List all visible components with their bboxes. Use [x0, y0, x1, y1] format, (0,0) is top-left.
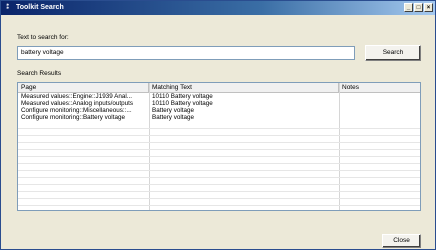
close-button-label: Close	[393, 237, 410, 244]
grid-line	[18, 198, 420, 199]
maximize-button[interactable]: □	[414, 3, 423, 12]
grid-line	[18, 142, 420, 143]
table-row[interactable]: Configure monitoring::Miscellaneous::...…	[18, 107, 420, 114]
cell-matching-text: 10110 Battery voltage	[152, 93, 213, 100]
minimize-button[interactable]: _	[404, 3, 413, 12]
results-table[interactable]: Page Matching Text Notes Measured values…	[17, 82, 421, 211]
search-button-label: Search	[382, 49, 404, 56]
grid-line	[18, 163, 420, 164]
cell-matching-text: 10110 Battery voltage	[152, 100, 213, 107]
column-header-matching-text[interactable]: Matching Text	[149, 83, 339, 92]
search-input[interactable]: battery voltage	[17, 46, 355, 60]
table-header: Page Matching Text Notes	[18, 83, 420, 93]
table-row[interactable]: Configure monitoring::Battery voltage Ba…	[18, 114, 420, 121]
cell-matching-text: Battery voltage	[152, 114, 195, 121]
title-bar[interactable]: ⁑ Toolkit Search _ □ ×	[1, 1, 435, 15]
cell-notes	[339, 114, 420, 121]
grid-line	[18, 156, 420, 157]
window-title: Toolkit Search	[16, 4, 64, 11]
grid-line	[18, 191, 420, 192]
close-button[interactable]: Close	[382, 234, 421, 248]
cell-matching-text: Battery voltage	[152, 107, 195, 114]
cell-notes	[339, 93, 420, 100]
cell-notes	[339, 107, 420, 114]
app-icon: ⁑	[6, 4, 10, 11]
search-results-label: Search Results	[17, 70, 62, 77]
grid-line	[18, 184, 420, 185]
grid-line	[18, 128, 420, 129]
cell-page: Configure monitoring::Battery voltage	[21, 114, 125, 121]
search-label: Text to search for:	[17, 34, 69, 41]
grid-line	[18, 205, 420, 206]
grid-line	[18, 170, 420, 171]
cell-page: Measured values::Engine::J1939 Anal...	[21, 93, 132, 100]
column-header-page[interactable]: Page	[18, 83, 149, 92]
cell-page: Configure monitoring::Miscellaneous::...	[21, 107, 132, 114]
grid-line	[18, 135, 420, 136]
search-button[interactable]: Search	[365, 45, 421, 61]
grid-line	[18, 149, 420, 150]
cell-notes	[339, 100, 420, 107]
cell-page: Measured values::Analog inputs/outputs	[21, 100, 134, 107]
column-header-notes[interactable]: Notes	[339, 83, 420, 92]
grid-line	[18, 177, 420, 178]
toolkit-search-window: ⁑ Toolkit Search _ □ × Text to search fo…	[0, 0, 436, 250]
close-window-button[interactable]: ×	[424, 3, 433, 12]
table-row[interactable]: Measured values::Engine::J1939 Anal... 1…	[18, 93, 420, 100]
table-row[interactable]: Measured values::Analog inputs/outputs 1…	[18, 100, 420, 107]
